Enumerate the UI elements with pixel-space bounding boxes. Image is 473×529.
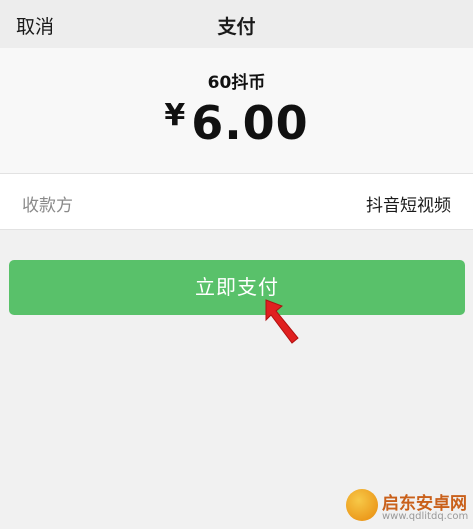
- watermark-url: www.qdlitdq.com: [382, 511, 469, 522]
- page-title: 支付: [217, 16, 256, 38]
- payee-row: 收款方 抖音短视频: [0, 173, 473, 230]
- product-name: 60抖币: [207, 73, 266, 93]
- red-arrow-icon: [265, 299, 299, 344]
- top-navbar: 取消 支付: [0, 0, 473, 48]
- amount-value: 6.00: [191, 96, 309, 150]
- pay-now-button[interactable]: 立即支付: [9, 260, 465, 315]
- watermark-logo-icon: [346, 489, 378, 521]
- payee-label: 收款方: [22, 196, 73, 216]
- amount-panel: 60抖币 ¥6.00: [0, 48, 473, 173]
- payee-name: 抖音短视频: [366, 196, 451, 216]
- watermark: 启东安卓网 www.qdlitdq.com: [346, 489, 470, 529]
- payment-amount: ¥6.00: [0, 96, 473, 150]
- currency-symbol: ¥: [164, 98, 186, 133]
- payment-screen: 取消 支付 60抖币 ¥6.00 收款方 抖音短视频 立即支付 启东安卓网 ww…: [0, 0, 473, 529]
